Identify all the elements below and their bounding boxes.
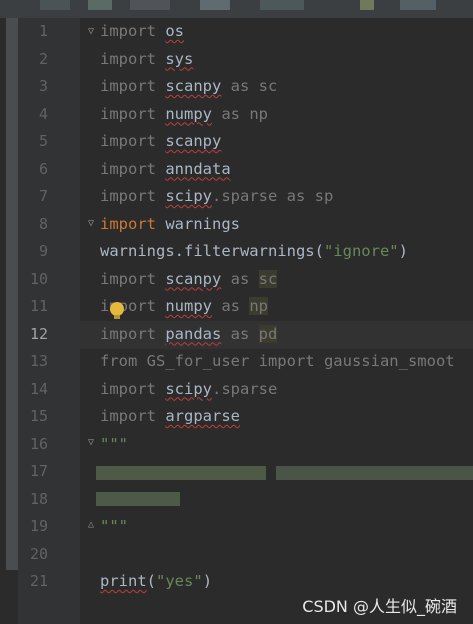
code-text: import anndata [100, 159, 231, 178]
code-line[interactable]: 19 """ [0, 513, 473, 541]
code-text: import numpy as np [100, 104, 268, 123]
fold-marker-icon[interactable]: △ [88, 520, 98, 530]
code-line[interactable]: 21 print("yes") [0, 568, 473, 596]
code-text: import pandas as pd [100, 324, 278, 343]
code-line[interactable]: 13 from GS_for_user import gaussian_smoot [0, 348, 473, 376]
code-line[interactable]: 6 import anndata [0, 156, 473, 184]
code-text: """ [100, 434, 128, 453]
line-number: 5 [38, 132, 48, 150]
code-line[interactable]: 5 import scanpy [0, 128, 473, 156]
tab-blur [360, 0, 374, 10]
line-number: 2 [38, 49, 48, 68]
code-text: print("yes") [100, 572, 213, 590]
code-text: import argparse [100, 407, 240, 425]
code-line[interactable]: 15 import argparse [0, 403, 473, 431]
tab-blur [200, 0, 230, 10]
tab-blur [40, 0, 70, 10]
intention-bulb-icon [114, 315, 120, 319]
line-number: 14 [29, 379, 48, 398]
redacted-text [276, 466, 473, 480]
code-line[interactable]: 12 import pandas as pd [0, 321, 473, 349]
code-text: import scipy.sparse [100, 379, 278, 398]
line-number: 8 [38, 214, 48, 233]
code-line[interactable]: 18 [0, 486, 473, 514]
code-line[interactable]: 20 [0, 541, 473, 569]
editor-tab-strip[interactable] [0, 0, 473, 18]
line-number: 18 [29, 489, 48, 508]
code-line[interactable]: 7 import scipy.sparse as sp [0, 183, 473, 211]
code-line[interactable]: 1 import os [0, 18, 473, 46]
line-number: 21 [29, 572, 48, 590]
line-number: 1 [38, 22, 48, 40]
fold-marker-icon[interactable]: ▽ [88, 438, 98, 448]
line-number: 3 [38, 77, 48, 95]
code-text: from GS_for_user import gaussian_smoot [100, 352, 455, 370]
fold-marker-icon[interactable]: ▽ [88, 219, 98, 229]
code-line[interactable]: 8 import warnings [0, 211, 473, 239]
code-text: """ [100, 517, 128, 535]
line-number: 12 [29, 324, 48, 343]
watermark: CSDN @人生似_碗酒 [302, 597, 457, 616]
line-number: 7 [38, 187, 48, 205]
line-number: 13 [29, 352, 48, 370]
line-number: 20 [29, 544, 48, 563]
code-line[interactable]: 4 import numpy as np [0, 101, 473, 129]
code-line[interactable]: 3 import scanpy as sc [0, 73, 473, 101]
tab-blur [130, 0, 170, 10]
code-text: import numpy as np [100, 297, 268, 315]
line-number: 19 [29, 517, 48, 535]
line-number: 6 [38, 159, 48, 178]
code-line[interactable]: 14 import scipy.sparse [0, 376, 473, 404]
redacted-text [96, 492, 180, 506]
fold-marker-icon[interactable]: ▽ [88, 27, 98, 37]
code-text: import os [100, 22, 184, 40]
code-text: warnings.filterwarnings("ignore") [100, 242, 408, 260]
line-number: 11 [29, 297, 48, 315]
code-line[interactable]: 2 import sys [0, 46, 473, 74]
line-number: 10 [29, 269, 48, 288]
code-line[interactable]: 11 import numpy as np [0, 293, 473, 321]
code-text: import scanpy as sc [100, 269, 278, 288]
tab-blur [88, 0, 112, 10]
code-text: import scipy.sparse as sp [100, 187, 334, 205]
redacted-text [96, 466, 266, 480]
code-text: import warnings [100, 214, 240, 233]
tab-blur [400, 0, 436, 10]
code-line[interactable]: 10 import scanpy as sc [0, 266, 473, 294]
intention-bulb-icon[interactable] [110, 302, 124, 316]
tab-blur [260, 0, 304, 10]
code-text: import sys [100, 49, 194, 68]
code-line[interactable]: 9 warnings.filterwarnings("ignore") [0, 238, 473, 266]
line-number: 17 [29, 462, 48, 480]
line-number: 9 [38, 242, 48, 260]
line-number: 4 [38, 104, 48, 123]
code-line[interactable]: 16 """ [0, 431, 473, 459]
code-text: import scanpy [100, 132, 222, 150]
line-number: 15 [29, 407, 48, 425]
code-text: import scanpy as sc [100, 77, 278, 95]
line-number: 16 [29, 434, 48, 453]
